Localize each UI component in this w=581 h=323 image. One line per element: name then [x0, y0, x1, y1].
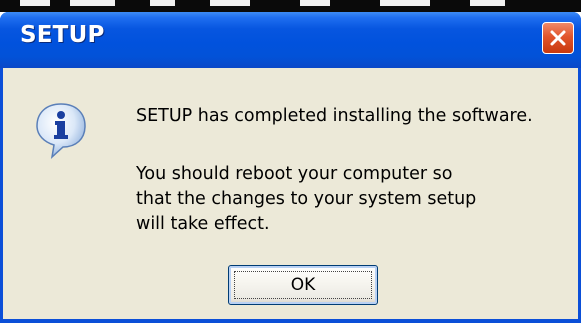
close-icon: [550, 30, 566, 46]
setup-dialog: SETUP SETUP has completed installing the…: [0, 12, 581, 323]
window-title: SETUP: [20, 22, 105, 48]
message-line-3: that the changes to your system setup: [136, 189, 477, 209]
close-button[interactable]: [542, 22, 574, 54]
info-icon: [36, 103, 86, 159]
ok-button-label: OK: [290, 275, 316, 295]
message-line-2: You should reboot your computer so: [136, 164, 453, 184]
window-bottom-border: [0, 319, 581, 323]
message-line-4: will take effect.: [136, 214, 270, 234]
dialog-body: SETUP has completed installing the softw…: [3, 68, 578, 323]
screen: SETUP SETUP has completed installing the…: [0, 0, 581, 323]
ok-button[interactable]: OK: [228, 265, 378, 305]
desktop-strip: [0, 0, 581, 12]
title-bar[interactable]: SETUP: [0, 12, 581, 68]
message-line-1: SETUP has completed installing the softw…: [136, 106, 533, 126]
